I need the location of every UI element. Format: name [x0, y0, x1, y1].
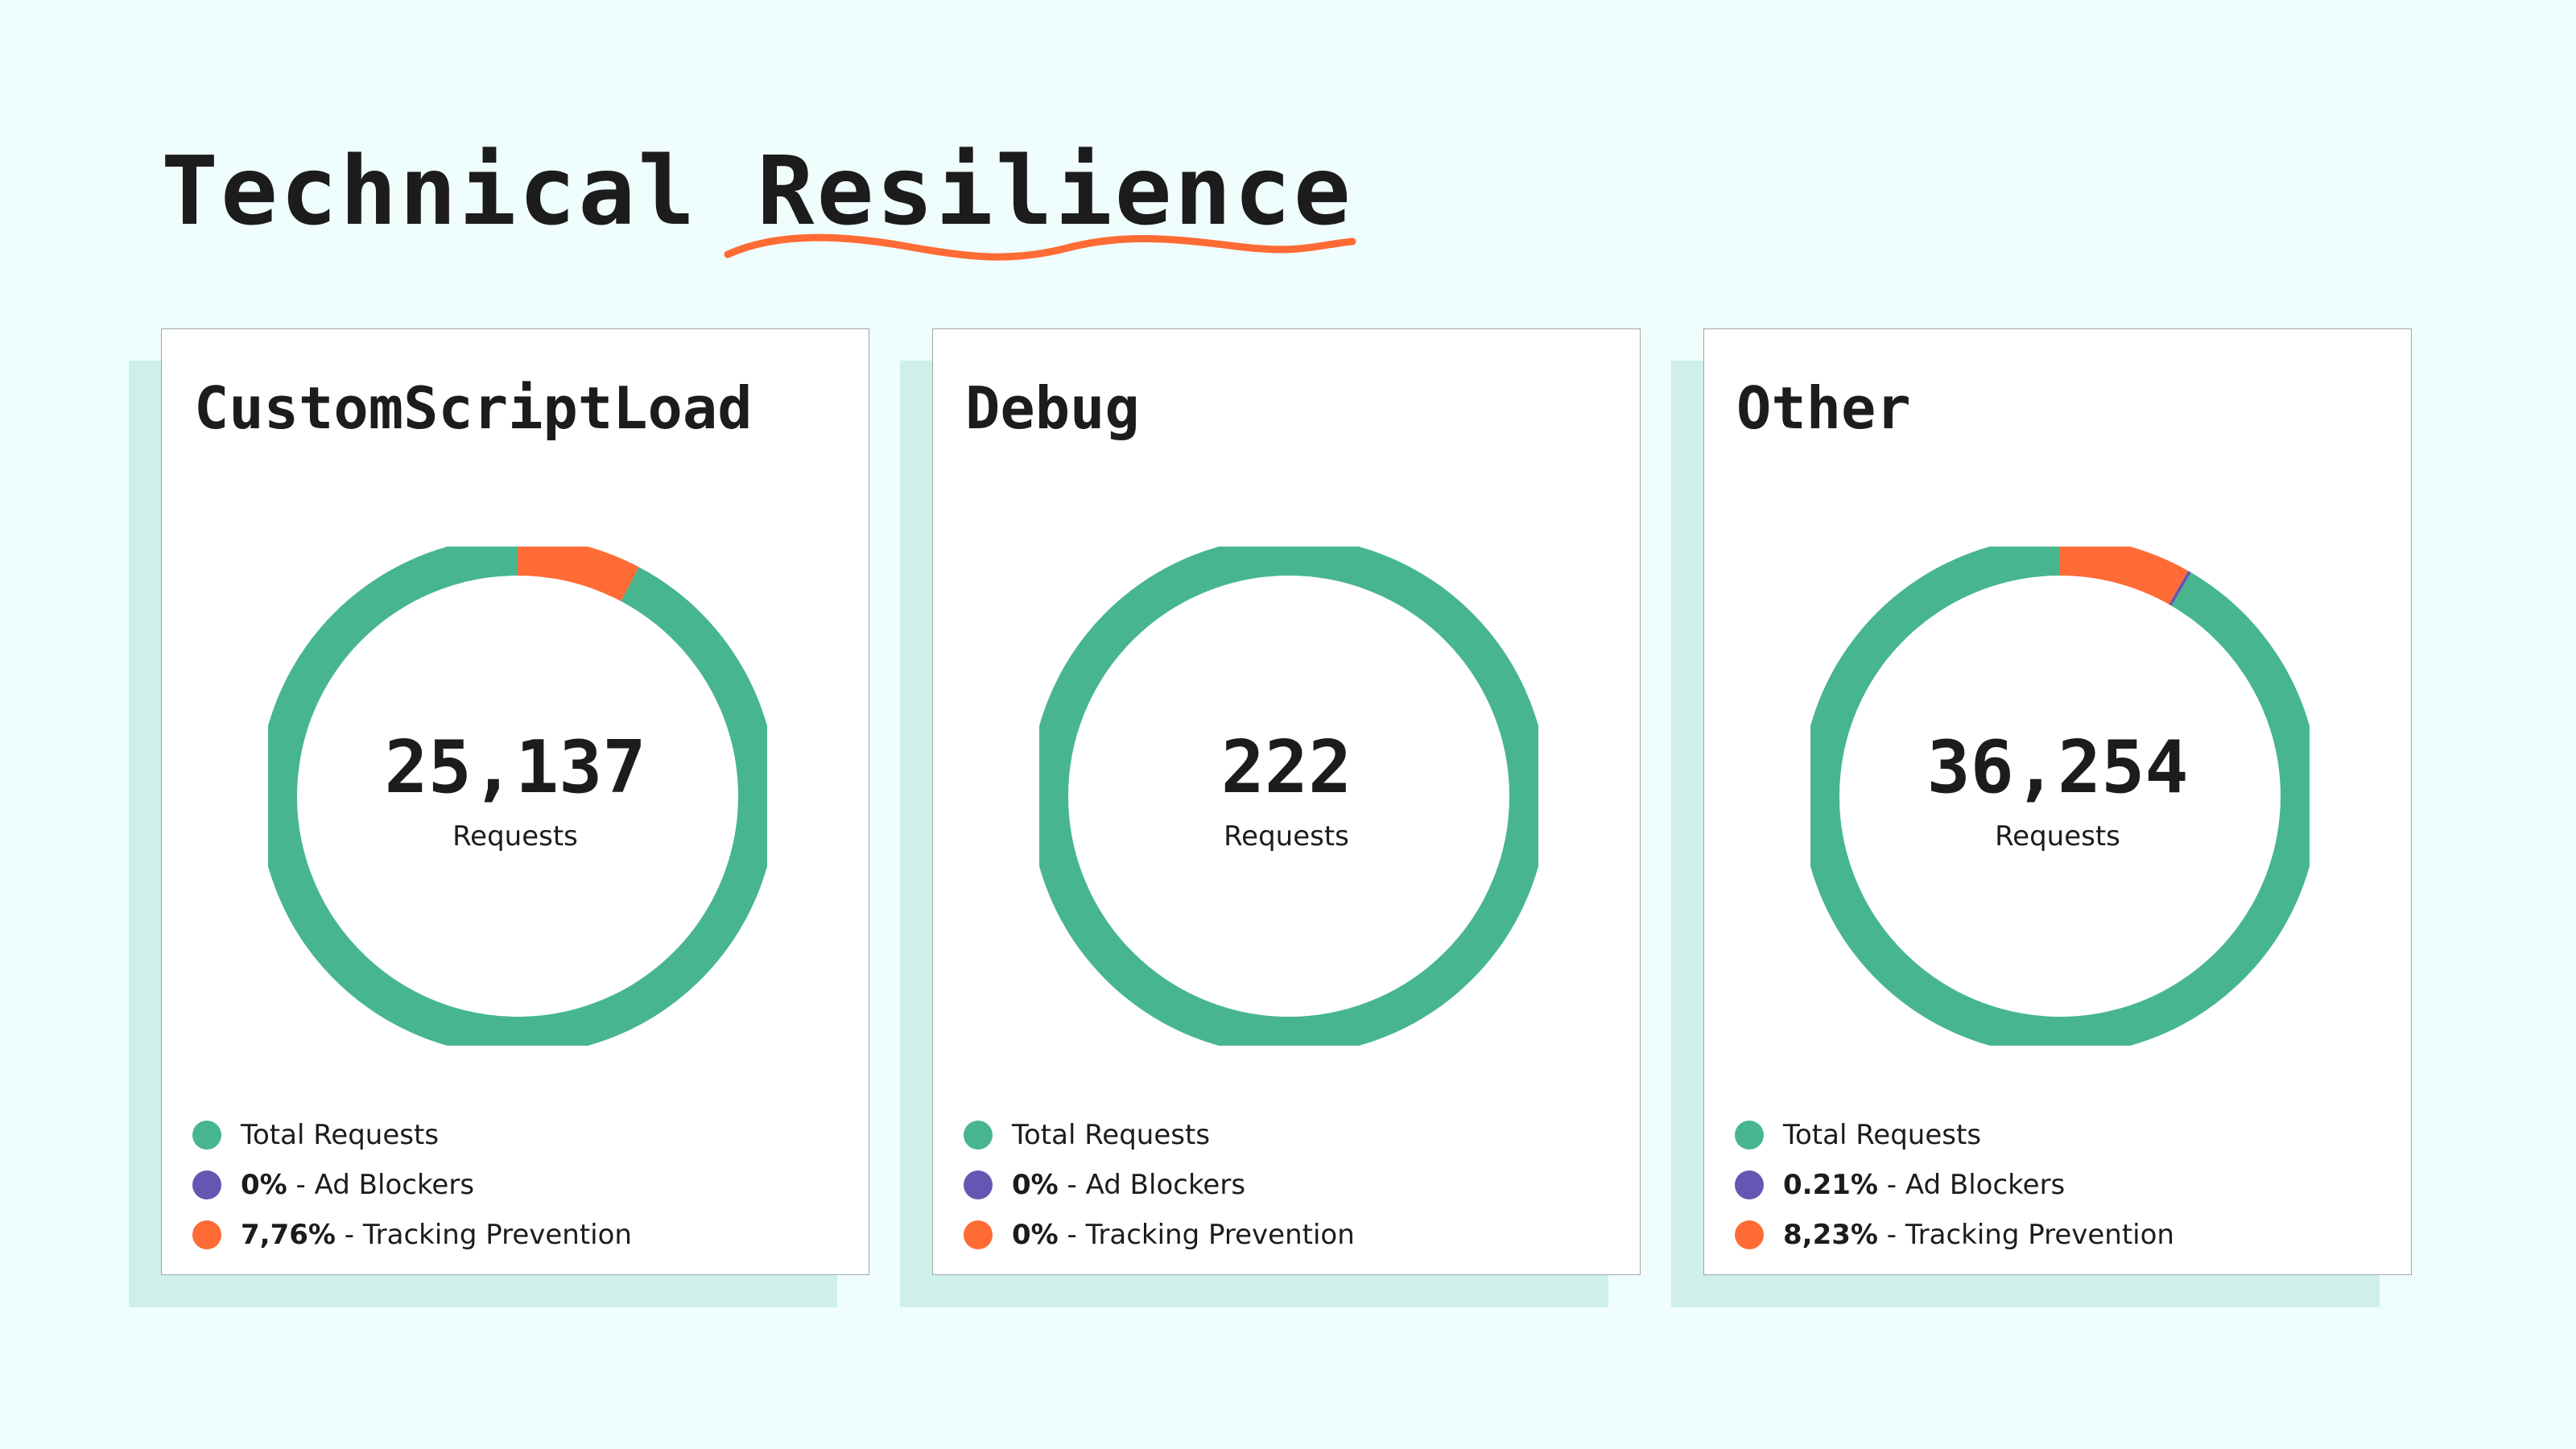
legend-label: Tracking Prevention: [1085, 1219, 1355, 1251]
legend-item-tracking-prevention: 8,23% - Tracking Prevention: [1735, 1210, 2174, 1260]
page-title: Technical Resilience: [161, 135, 1353, 246]
legend-label: Tracking Prevention: [362, 1219, 632, 1251]
legend-value: 7,76%: [241, 1219, 336, 1251]
legend-value: 8,23%: [1783, 1219, 1878, 1251]
center-value: 36,254: [1926, 725, 2189, 810]
legend-item-tracking-prevention: 7,76% - Tracking Prevention: [192, 1210, 632, 1260]
legend: Total Requests 0.21% - Ad Blockers 8,23%…: [1735, 1110, 2174, 1260]
legend-label: Tracking Prevention: [1905, 1219, 2174, 1251]
legend-item-ad-blockers: 0% - Ad Blockers: [192, 1160, 632, 1210]
legend-separator: -: [335, 1219, 363, 1251]
slice-tracking-prevention: [517, 547, 639, 602]
legend-label: Ad Blockers: [1905, 1169, 2066, 1201]
legend-label: Ad Blockers: [314, 1169, 475, 1201]
legend-dot: [1735, 1170, 1764, 1199]
card-other: Other 36,254 Requests Total Requests 0.2…: [1703, 328, 2412, 1275]
center-value: 25,137: [384, 725, 646, 810]
legend-value: 0%: [241, 1169, 287, 1201]
legend-label: Ad Blockers: [1085, 1169, 1246, 1201]
legend-dot: [192, 1170, 221, 1199]
card-title: Debug: [965, 374, 1140, 442]
legend-separator: -: [1877, 1169, 1905, 1201]
legend-dot: [1735, 1220, 1764, 1249]
legend-dot: [964, 1170, 993, 1199]
center-value: 222: [1220, 725, 1352, 810]
legend: Total Requests 0% - Ad Blockers 0% - Tra…: [964, 1110, 1355, 1260]
center-label: Requests: [1995, 820, 2120, 852]
slice-tracking-prevention: [2059, 547, 2189, 605]
legend-separator: -: [1877, 1219, 1905, 1251]
legend-item-tracking-prevention: 0% - Tracking Prevention: [964, 1210, 1355, 1260]
legend-value: 0%: [1012, 1169, 1059, 1201]
legend: Total Requests 0% - Ad Blockers 7,76% - …: [192, 1110, 632, 1260]
card-debug: Debug 222 Requests Total Requests 0% - A…: [932, 328, 1641, 1275]
legend-dot: [192, 1121, 221, 1150]
legend-value: 0.21%: [1783, 1169, 1878, 1201]
card-title: Other: [1736, 374, 1911, 442]
legend-item-total-requests: Total Requests: [964, 1110, 1355, 1160]
center-label: Requests: [1224, 820, 1349, 852]
title-underline: [724, 233, 1356, 261]
card-customscriptload: CustomScriptLoad 25,137 Requests Total R…: [161, 328, 869, 1275]
legend-separator: -: [1058, 1219, 1086, 1251]
card-title: CustomScriptLoad: [194, 374, 753, 442]
center-label: Requests: [452, 820, 578, 852]
legend-dot: [192, 1220, 221, 1249]
legend-dot: [964, 1220, 993, 1249]
legend-separator: -: [1058, 1169, 1086, 1201]
legend-item-total-requests: Total Requests: [1735, 1110, 2174, 1160]
legend-dot: [1735, 1121, 1764, 1150]
legend-item-ad-blockers: 0% - Ad Blockers: [964, 1160, 1355, 1210]
legend-item-ad-blockers: 0.21% - Ad Blockers: [1735, 1160, 2174, 1210]
legend-separator: -: [287, 1169, 315, 1201]
legend-label: Total Requests: [1012, 1119, 1211, 1151]
slice-ad-blockers: [2169, 571, 2191, 606]
legend-value: 0%: [1012, 1219, 1059, 1251]
legend-item-total-requests: Total Requests: [192, 1110, 632, 1160]
legend-label: Total Requests: [1783, 1119, 1982, 1151]
legend-label: Total Requests: [241, 1119, 440, 1151]
legend-dot: [964, 1121, 993, 1150]
